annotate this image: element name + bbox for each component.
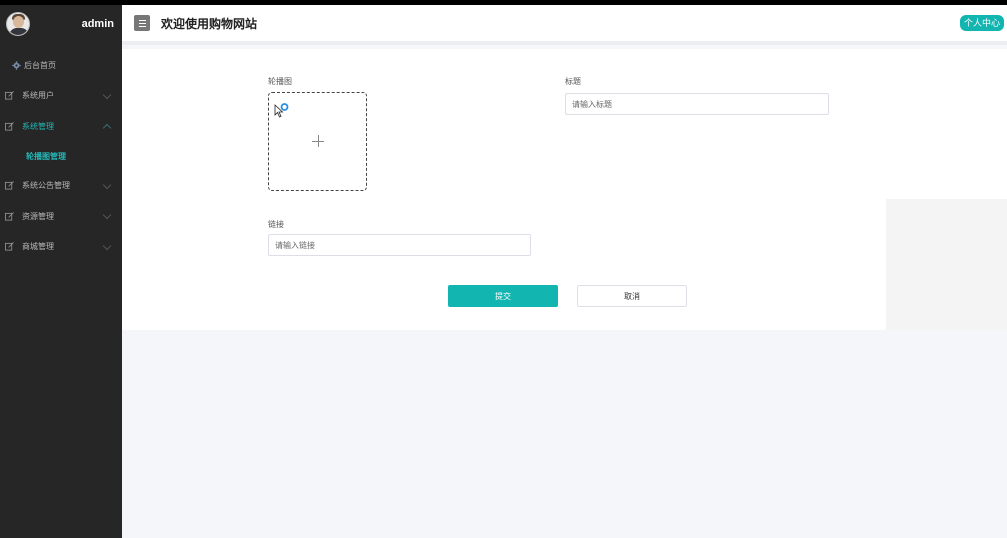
background-block [886, 199, 1007, 330]
sidebar-item-label: 系统管理 [22, 121, 54, 131]
submit-button[interactable]: 提交 [448, 285, 558, 307]
sidebar-item-label: 后台首页 [24, 60, 56, 70]
user-panel: admin [0, 5, 122, 43]
page-title: 欢迎使用购物网站 [161, 16, 258, 31]
link-input[interactable] [268, 234, 531, 256]
top-header: 欢迎使用购物网站 个人中心 [122, 5, 1007, 45]
sidebar-item-mall[interactable]: 商城管理 [0, 232, 122, 263]
sidebar-menu: 后台首页 系统用户 系统管理 轮播图管理 系统公告管理 资源管理 商城管理 [0, 50, 122, 262]
edit-icon [4, 211, 14, 221]
chevron-down-icon [102, 90, 112, 99]
menu-toggle-button[interactable] [134, 15, 150, 31]
title-label: 标题 [565, 77, 581, 86]
chevron-up-icon [102, 123, 112, 133]
edit-icon [4, 91, 14, 101]
image-upload-box[interactable] [268, 92, 367, 191]
gear-icon [11, 60, 21, 70]
edit-icon [4, 121, 14, 131]
sidebar-item-system-management[interactable]: 系统管理 [0, 111, 122, 142]
sidebar-item-label: 系统用户 [22, 91, 54, 101]
sidebar-subitem-carousel[interactable]: 轮播图管理 [0, 142, 122, 171]
sidebar-item-label: 商城管理 [22, 242, 54, 252]
edit-icon [4, 181, 14, 191]
cursor-loading-icon [274, 103, 290, 124]
sidebar-item-announcements[interactable]: 系统公告管理 [0, 171, 122, 202]
sidebar-item-home[interactable]: 后台首页 [0, 50, 122, 81]
avatar[interactable] [6, 12, 30, 36]
username: admin [81, 18, 114, 30]
sidebar-item-system-users[interactable]: 系统用户 [0, 81, 122, 112]
chevron-down-icon [102, 241, 112, 250]
edit-icon [4, 242, 14, 252]
chevron-down-icon [102, 180, 112, 189]
sidebar-item-label: 系统公告管理 [22, 181, 70, 191]
sidebar: admin 后台首页 系统用户 系统管理 轮播图管理 系统公告管理 资源管理 商… [0, 5, 122, 538]
personal-center-button[interactable]: 个人中心 [959, 15, 1004, 31]
sidebar-item-resources[interactable]: 资源管理 [0, 201, 122, 232]
cancel-button[interactable]: 取消 [577, 285, 687, 307]
title-input[interactable] [565, 93, 829, 115]
link-label: 链接 [268, 220, 284, 229]
chevron-down-icon [102, 210, 112, 220]
carousel-label: 轮播图 [268, 77, 292, 86]
form-panel: 轮播图 标题 链接 提交 取消 [122, 49, 1007, 330]
sidebar-item-label: 资源管理 [22, 211, 54, 221]
